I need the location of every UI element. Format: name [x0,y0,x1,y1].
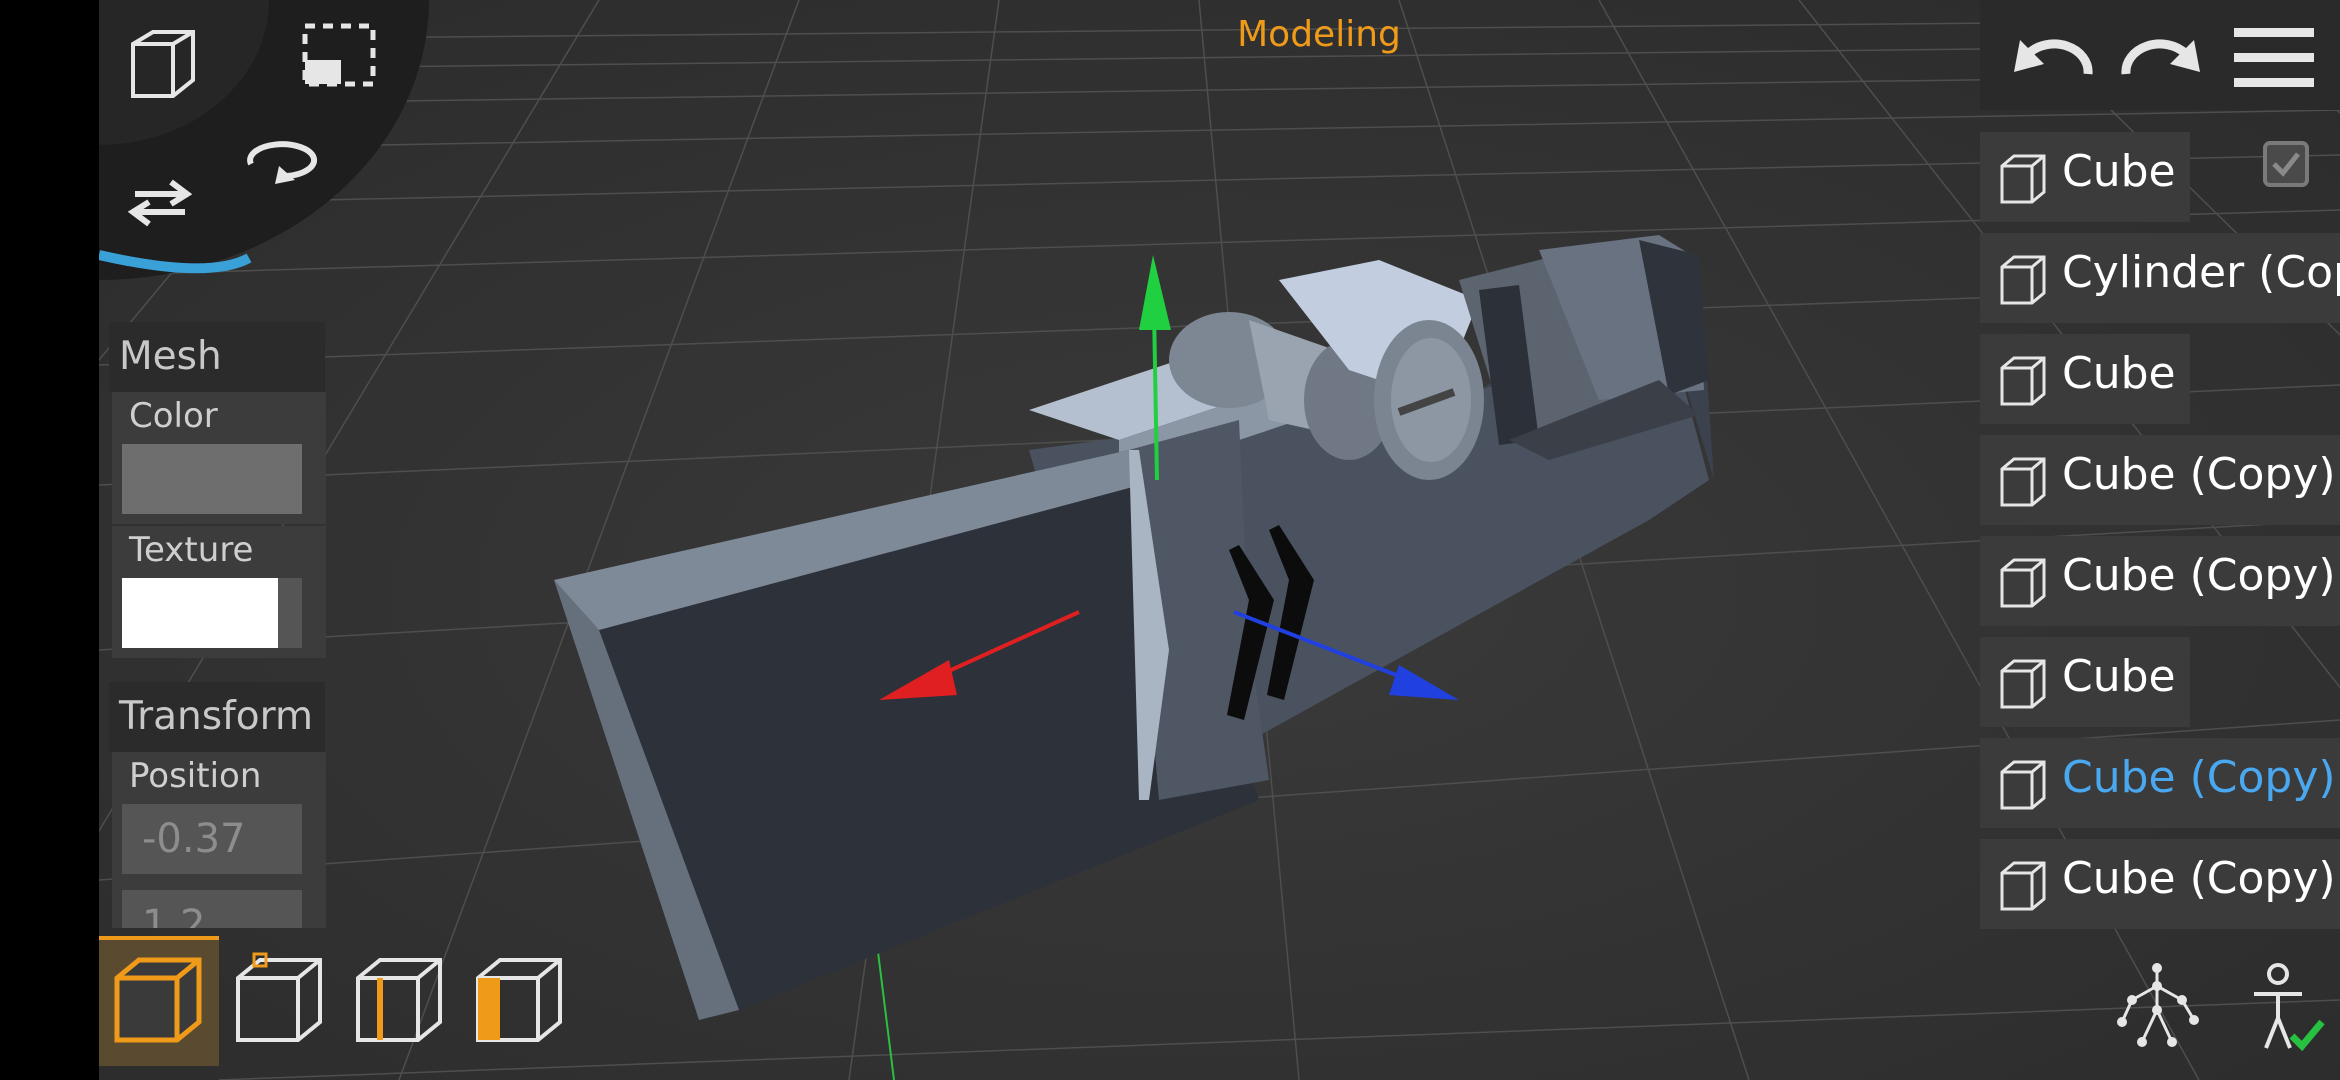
color-property[interactable]: Color [112,392,326,524]
outliner-item-label: Cube [2062,146,2176,197]
object-select-mode-icon[interactable] [99,936,219,1066]
mesh-header: Mesh [109,322,325,392]
transform-header: Transform [109,682,325,752]
cube-object-icon [1996,152,2050,210]
outliner-item[interactable]: Cylinder (Copy) [1980,233,2340,323]
position-y-field[interactable]: 1.2 [122,890,302,928]
color-swatch[interactable] [122,444,302,514]
visibility-checkbox[interactable] [2262,140,2310,192]
cube-object-icon [1996,354,2050,412]
outliner-item[interactable]: Cube (Copy) [1980,839,2340,929]
selection-box-icon[interactable] [301,22,377,92]
outliner-item-label: Cube (Copy) [2062,550,2336,601]
outliner-item-label: Cube (Copy) [2062,449,2336,500]
cube-object-icon [1996,657,2050,715]
face-select-mode-icon[interactable] [460,936,580,1066]
cube-object-icon [1996,758,2050,816]
edge-select-mode-icon[interactable] [340,936,460,1066]
object-mode-icon[interactable] [125,26,201,106]
outliner-item[interactable]: Cube (Copy) [1980,435,2340,525]
redo-icon[interactable] [2118,20,2204,94]
undo-icon[interactable] [2010,20,2096,94]
radial-tool-menu [99,0,429,280]
outliner-item-label: Cube (Copy) [2062,752,2336,803]
vertex-select-mode-icon[interactable] [220,936,340,1066]
outliner-item[interactable]: Cube [1980,637,2190,727]
cube-object-icon [1996,253,2050,311]
hamburger-menu-icon[interactable] [2234,28,2314,92]
outliner-item-label: Cube [2062,348,2176,399]
orbit-rotate-icon[interactable] [237,136,318,190]
cube-object-icon [1996,455,2050,513]
outliner-item[interactable]: Cube [1980,334,2190,424]
position-label: Position [129,756,262,796]
texture-property[interactable]: Texture [112,526,326,658]
swap-arrows-icon[interactable] [125,176,195,234]
skeleton-rig-icon[interactable] [2112,960,2202,1054]
outliner-item-label: Cylinder (Copy) [2062,247,2340,298]
outliner-item[interactable]: Cube [1980,132,2190,222]
cube-object-icon [1996,859,2050,917]
top-toolbar [1980,0,2340,110]
texture-label: Texture [129,530,254,570]
pose-character-check-icon[interactable] [2240,960,2330,1060]
color-label: Color [129,396,218,436]
outliner-item-label: Cube (Copy) [2062,853,2336,904]
mode-title: Modeling [1237,14,1401,55]
outliner-item[interactable]: Cube (Copy) [1980,738,2340,828]
position-property[interactable]: Position -0.37 1.2 [112,752,326,928]
outliner-item-label: Cube [2062,651,2176,702]
position-x-field[interactable]: -0.37 [122,804,302,874]
outliner-item[interactable]: Cube (Copy) [1980,536,2340,626]
texture-swatch[interactable] [122,578,278,648]
cube-object-icon [1996,556,2050,614]
